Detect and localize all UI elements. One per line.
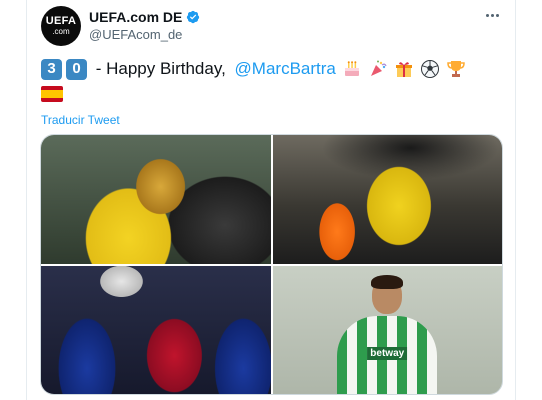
verified-badge-icon	[187, 10, 200, 24]
soccer-ball-icon	[420, 59, 440, 79]
gift-icon	[394, 59, 414, 79]
photo-bartra-trophy-yellow[interactable]	[41, 135, 271, 264]
jersey-sponsor-text: betway	[367, 347, 408, 360]
photo-bartra-betis-kit[interactable]: betway	[272, 265, 502, 394]
spain-flag-icon	[41, 86, 63, 102]
tweet-body-text: - Happy Birthday,	[91, 59, 231, 78]
tweet-text: 3 0 - Happy Birthday, @MarcBartra	[41, 58, 511, 104]
photo-bartra-champions-trophy[interactable]	[41, 265, 271, 394]
player-hair	[371, 274, 404, 289]
trophy-icon	[446, 59, 466, 79]
author-name-row[interactable]: UEFA.com DE	[89, 9, 200, 25]
avatar-text-top: UEFA	[45, 15, 77, 27]
avatar-text-bottom: .com	[52, 27, 70, 36]
photo-bartra-celebration-flag[interactable]	[272, 135, 502, 264]
cake-icon	[342, 59, 362, 79]
more-options-icon[interactable]	[483, 10, 501, 20]
avatar[interactable]: UEFA .com	[41, 6, 81, 46]
author-display-name[interactable]: UEFA.com DE	[89, 9, 182, 25]
tweet-card: UEFA .com UEFA.com DE @UEFAcom_de 3 0 - …	[26, 0, 516, 400]
tweet-media-grid: betway	[40, 134, 503, 395]
author-handle[interactable]: @UEFAcom_de	[89, 27, 182, 42]
mention-link[interactable]: @MarcBartra	[235, 58, 336, 80]
translate-tweet-link[interactable]: Traducir Tweet	[41, 113, 120, 127]
party-popper-icon	[368, 59, 388, 79]
keycap-digit-zero: 0	[66, 58, 87, 80]
keycap-digit-three: 3	[41, 58, 62, 80]
